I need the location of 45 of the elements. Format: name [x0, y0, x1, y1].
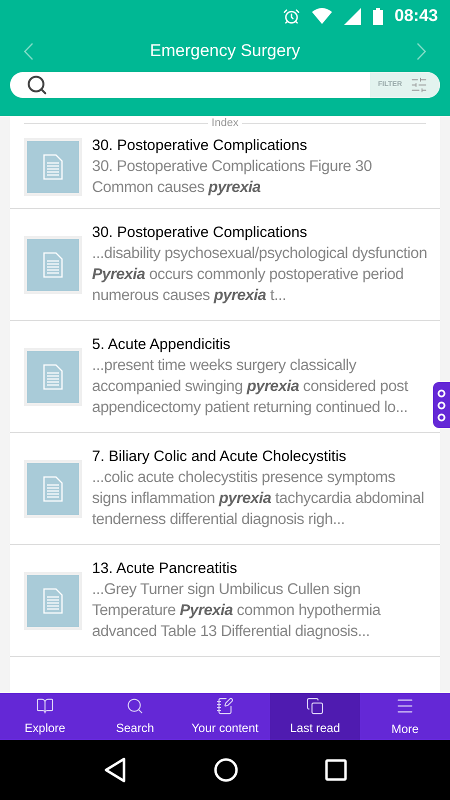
section-label: Index: [212, 116, 238, 131]
result-snippet: ...disability psychosexual/psychological dysfunction Pyrexia occurs commonly postoperative period numerous causes pyrexia t...: [92, 244, 428, 306]
stacked-pages-icon: [306, 696, 324, 714]
document-icon: [43, 588, 63, 614]
back-icon[interactable]: [103, 757, 128, 783]
result-title: 30. Postoperative Complications: [92, 136, 308, 156]
result-title: 5. Acute Appendicitis: [92, 335, 232, 355]
nav-tab[interactable]: Explore: [0, 693, 90, 740]
document-icon: [43, 154, 63, 180]
alarm-icon: [282, 8, 300, 24]
screen-title: Emergency Surgery: [150, 40, 300, 62]
wifi-icon: [312, 8, 332, 24]
nav-tab[interactable]: Your content: [180, 693, 270, 740]
search-result-item[interactable]: 7. Biliary Colic and Acute Cholecystitis ...colic acute cholecystitis presence symptoms signs inflammation pyrexia tachycardia abdominal tenderness differential diagnosis righ...: [10, 433, 440, 545]
search-result-item[interactable]: 30. Postoperative Complications 30. Postoperative Complications Figure 30 Common causes pyrexia: [10, 130, 440, 209]
result-title: 7. Biliary Colic and Acute Cholecystitis: [92, 447, 348, 467]
clock-time: 08:43: [394, 5, 438, 28]
chevron-right-icon: [416, 42, 426, 60]
result-snippet: ...present time weeks surgery classically accompanied swinging pyrexia considered post appendicectomy patient returning continued lo...: [92, 356, 410, 418]
search-result-item[interactable]: 13. Acute Pancreatitis ...Grey Turner sign Umbilicus Cullen sign Temperature Pyrexia common hypothermia advanced Table 13 Differential diagnosis...: [10, 545, 440, 657]
search-result-item[interactable]: 30. Postoperative Complications ...disability psychosexual/psychological dysfunction Pyrexia occurs commonly postoperative period numerous causes pyrexia t...: [10, 209, 440, 321]
nav-tab[interactable]: More: [360, 693, 450, 740]
notebook-icon: [216, 696, 234, 714]
search-icon: [126, 696, 144, 714]
nav-tab[interactable]: Last read: [270, 693, 360, 740]
result-title: 30. Postoperative Complications: [92, 223, 308, 243]
battery-icon: [372, 8, 383, 24]
dots-icon: [437, 388, 446, 422]
result-snippet: ...colic acute cholecystitis presence symptoms signs inflammation pyrexia tachycardia abdominal tenderness differential diagnosis righ...: [92, 468, 425, 530]
chevron-left-icon: [24, 42, 33, 60]
nav-tab[interactable]: Search: [90, 693, 180, 740]
document-icon: [43, 476, 63, 502]
home-icon[interactable]: [214, 758, 238, 782]
book-icon: [36, 696, 54, 714]
result-title: 13. Acute Pancreatitis: [92, 559, 238, 579]
side-menu-tab[interactable]: [433, 382, 450, 428]
document-icon: [43, 364, 63, 390]
result-snippet: 30. Postoperative Complications Figure 30 Common causes pyrexia: [92, 157, 373, 198]
document-icon: [43, 252, 63, 278]
sliders-icon: [410, 76, 428, 94]
search-icon: [26, 74, 48, 96]
result-snippet: ...Grey Turner sign Umbilicus Cullen sign Temperature Pyrexia common hypothermia advanced Table 13 Differential diagnosis...: [92, 580, 382, 642]
signal-icon: [344, 8, 361, 24]
search-result-item[interactable]: 5. Acute Appendicitis ...present time weeks surgery classically accompanied swinging pyrexia considered post appendicectomy patient returning continued lo...: [10, 321, 440, 433]
recents-icon[interactable]: [324, 759, 347, 781]
